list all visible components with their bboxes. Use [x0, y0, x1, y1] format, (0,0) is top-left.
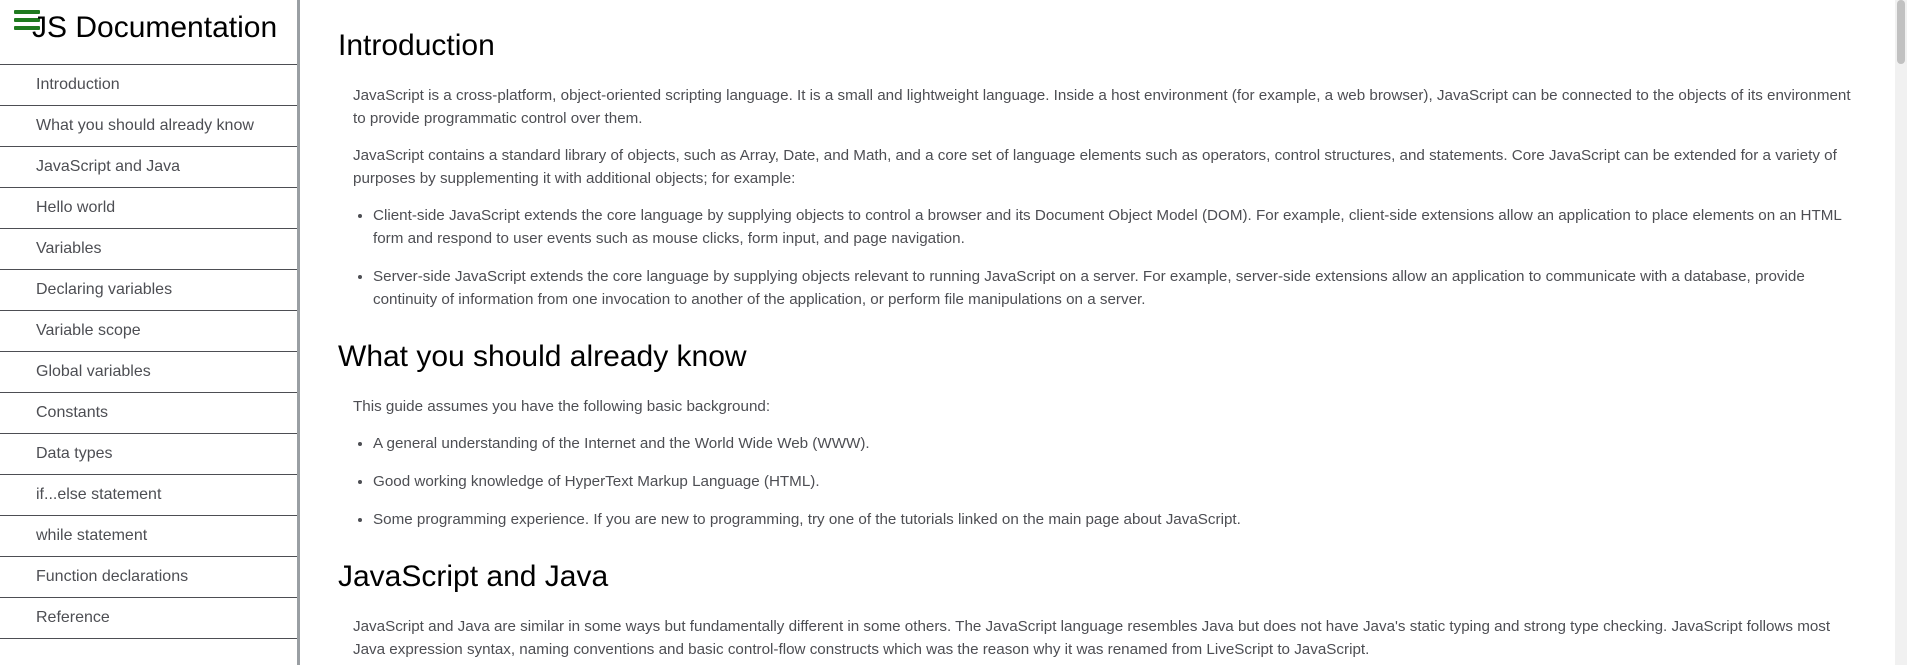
list-item: Some programming experience. If you are …: [373, 508, 1855, 531]
nav-link-global-variables[interactable]: Global variables: [0, 352, 297, 392]
nav-link-while-statement[interactable]: while statement: [0, 516, 297, 556]
nav-link-variable-scope[interactable]: Variable scope: [0, 311, 297, 351]
bullet-list: Client-side JavaScript extends the core …: [353, 204, 1855, 311]
paragraph: JavaScript contains a standard library o…: [353, 147, 1837, 187]
nav-link-declaring-variables[interactable]: Declaring variables: [0, 270, 297, 310]
nav-link-function-declarations[interactable]: Function declarations: [0, 557, 297, 597]
section-body: JavaScript is a cross-platform, object-o…: [338, 84, 1855, 311]
nav-link-reference[interactable]: Reference: [0, 598, 297, 638]
main-doc: Introduction JavaScript is a cross-platf…: [300, 0, 1895, 665]
nav-item: Global variables: [0, 352, 297, 393]
paragraph: JavaScript is a cross-platform, object-o…: [353, 87, 1851, 127]
nav-item: if...else statement: [0, 475, 297, 516]
nav-item: Constants: [0, 393, 297, 434]
scrollbar[interactable]: [1895, 0, 1907, 665]
nav-title: JS Documentation: [32, 11, 278, 44]
nav-item: Hello world: [0, 188, 297, 229]
bullet-list: A general understanding of the Internet …: [353, 432, 1855, 531]
section-header: JavaScript and Java: [338, 560, 609, 593]
section-what-you-should-already-know: What you should already know This guide …: [338, 339, 1855, 531]
scrollbar-thumb[interactable]: [1897, 0, 1905, 64]
list-item: Server-side JavaScript extends the core …: [373, 265, 1855, 311]
nav-item: Function declarations: [0, 557, 297, 598]
nav-list: Introduction What you should already kno…: [0, 65, 297, 639]
section-body: JavaScript and Java are similar in some …: [338, 615, 1855, 661]
navbar: JS Documentation Introduction What you s…: [0, 0, 300, 665]
list-item: A general understanding of the Internet …: [373, 432, 1855, 455]
nav-link-hello-world[interactable]: Hello world: [0, 188, 297, 228]
nav-item: while statement: [0, 516, 297, 557]
nav-link-constants[interactable]: Constants: [0, 393, 297, 433]
paragraph: JavaScript and Java are similar in some …: [353, 618, 1831, 658]
nav-link-what-you-should-already-know[interactable]: What you should already know: [0, 106, 297, 146]
nav-header: JS Documentation: [0, 0, 297, 65]
nav-item: What you should already know: [0, 106, 297, 147]
nav-item: Reference: [0, 598, 297, 639]
nav-link-if-else-statement[interactable]: if...else statement: [0, 475, 297, 515]
nav-item: JavaScript and Java: [0, 147, 297, 188]
section-header: Introduction: [338, 29, 495, 62]
nav-item: Variable scope: [0, 311, 297, 352]
nav-item: Variables: [0, 229, 297, 270]
section-body: This guide assumes you have the followin…: [338, 395, 1855, 531]
nav-link-variables[interactable]: Variables: [0, 229, 297, 269]
nav-item: Declaring variables: [0, 270, 297, 311]
nav-item: Data types: [0, 434, 297, 475]
nav-link-javascript-and-java[interactable]: JavaScript and Java: [0, 147, 297, 187]
paragraph: This guide assumes you have the followin…: [353, 398, 771, 415]
section-header: What you should already know: [338, 340, 747, 373]
nav-link-introduction[interactable]: Introduction: [0, 65, 297, 105]
list-item: Good working knowledge of HyperText Mark…: [373, 470, 1855, 493]
list-item: Client-side JavaScript extends the core …: [373, 204, 1855, 250]
section-introduction: Introduction JavaScript is a cross-platf…: [338, 28, 1855, 311]
nav-item: Introduction: [0, 65, 297, 106]
nav-link-data-types[interactable]: Data types: [0, 434, 297, 474]
section-javascript-and-java: JavaScript and Java JavaScript and Java …: [338, 559, 1855, 661]
